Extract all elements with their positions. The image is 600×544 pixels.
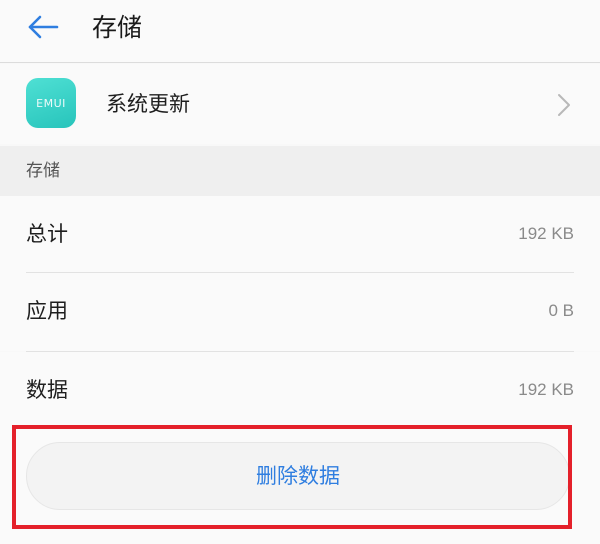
storage-section-header: 存储 — [0, 146, 600, 196]
row-value: 192 KB — [518, 224, 574, 243]
storage-row-app: 应用 0 B — [0, 273, 600, 351]
app-icon: EMUI — [26, 78, 76, 128]
storage-row-total: 总计 192 KB — [0, 196, 600, 274]
page-title: 存储 — [92, 13, 143, 42]
row-label: 应用 — [26, 299, 68, 323]
row-label: 数据 — [26, 378, 68, 402]
app-row-system-update[interactable]: EMUI 系统更新 — [0, 64, 600, 144]
arrow-left-icon — [28, 15, 59, 39]
section-label: 存储 — [26, 161, 60, 181]
storage-row-data: 数据 192 KB — [0, 352, 600, 430]
app-icon-logo-text: EMUI — [36, 96, 66, 110]
row-value: 0 B — [548, 301, 574, 320]
row-value: 192 KB — [518, 380, 574, 399]
row-label: 总计 — [26, 222, 68, 246]
annotation-highlight-box — [12, 425, 572, 529]
back-button[interactable] — [22, 8, 64, 46]
top-app-bar: 存储 — [0, 0, 600, 63]
chevron-right-icon — [558, 94, 570, 116]
app-name: 系统更新 — [106, 92, 190, 116]
